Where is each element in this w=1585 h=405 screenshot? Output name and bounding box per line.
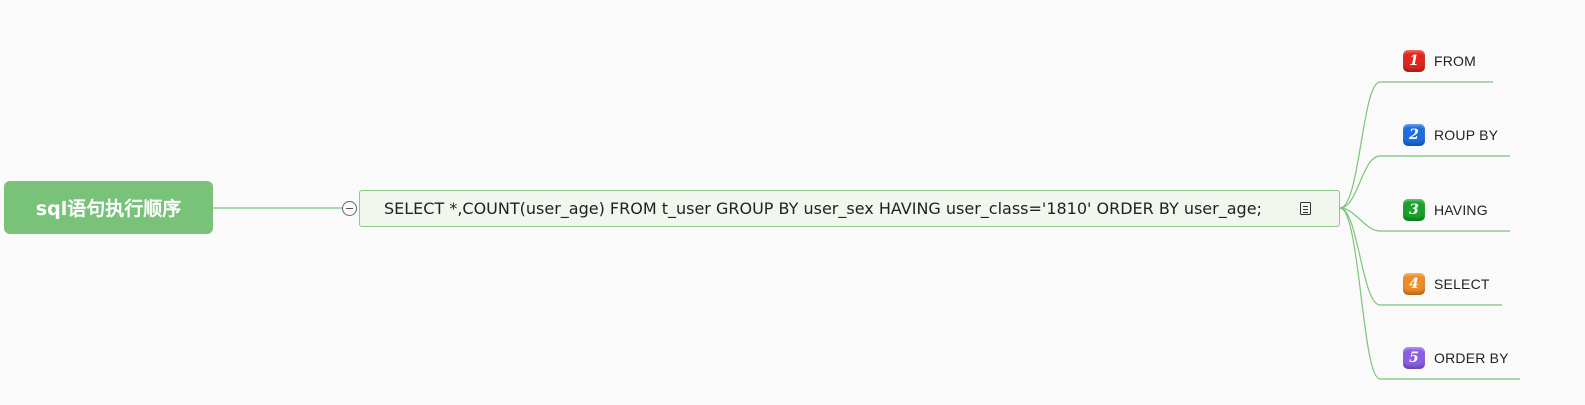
priority-1-icon: 1 bbox=[1403, 50, 1425, 72]
root-topic[interactable]: sql语句执行顺序 bbox=[4, 181, 213, 234]
step-topic-4[interactable]: 4 SELECT bbox=[1403, 273, 1490, 295]
step-label: SELECT bbox=[1434, 276, 1490, 292]
root-topic-label: sql语句执行顺序 bbox=[35, 198, 182, 220]
step-topic-5[interactable]: 5 ORDER BY bbox=[1403, 347, 1509, 369]
step-label: HAVING bbox=[1434, 202, 1488, 218]
priority-5-icon: 5 bbox=[1403, 347, 1425, 369]
step-label: ROUP BY bbox=[1434, 127, 1499, 143]
priority-3-icon: 3 bbox=[1403, 199, 1425, 221]
sql-statement-label: SELECT *,COUNT(user_age) FROM t_user GRO… bbox=[384, 199, 1262, 218]
step-topic-3[interactable]: 3 HAVING bbox=[1403, 199, 1488, 221]
note-icon[interactable] bbox=[1300, 202, 1311, 215]
collapse-button[interactable] bbox=[342, 201, 357, 216]
step-topic-1[interactable]: 1 FROM bbox=[1403, 50, 1476, 72]
step-label: FROM bbox=[1434, 53, 1477, 69]
step-topic-2[interactable]: 2 ROUP BY bbox=[1403, 124, 1498, 146]
sql-statement-topic[interactable]: SELECT *,COUNT(user_age) FROM t_user GRO… bbox=[359, 190, 1340, 227]
priority-2-icon: 2 bbox=[1403, 124, 1425, 146]
step-label: ORDER BY bbox=[1434, 350, 1509, 366]
priority-4-icon: 4 bbox=[1403, 273, 1425, 295]
